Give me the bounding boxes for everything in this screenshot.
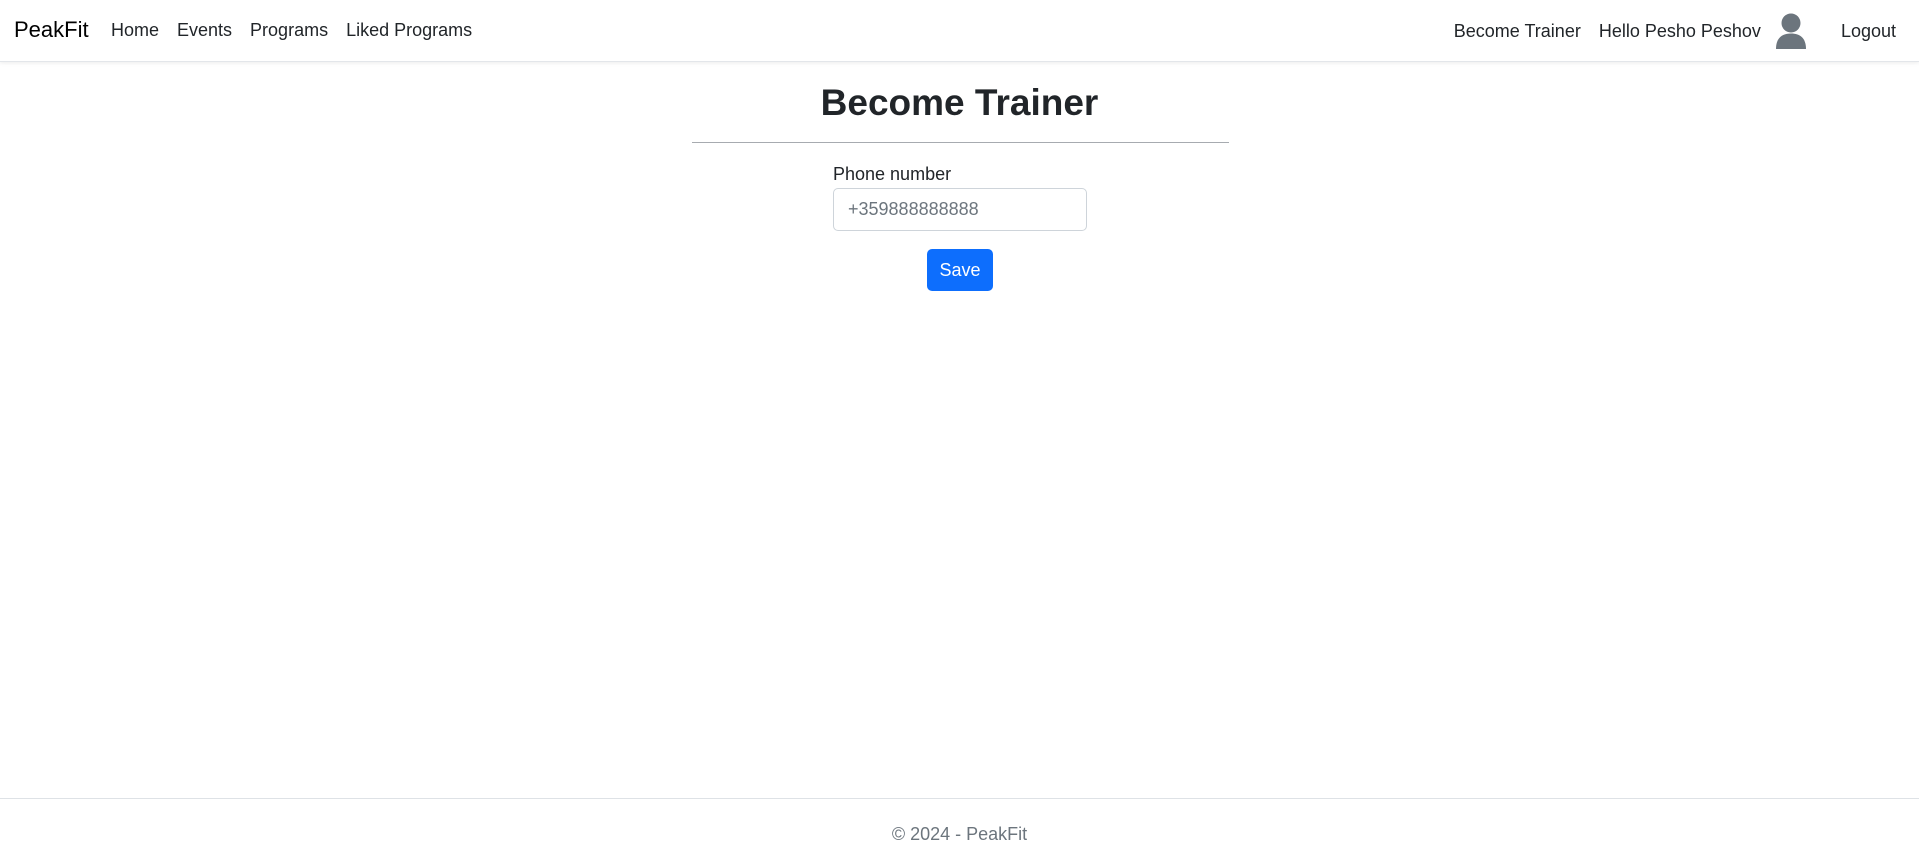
title-divider — [692, 142, 1229, 143]
footer-copyright: © 2024 - PeakFit — [891, 824, 1028, 844]
save-button[interactable]: Save — [927, 249, 993, 291]
main-nav: Home Events Programs Liked Programs — [111, 18, 490, 42]
user-greeting: Hello Pesho Peshov — [1598, 21, 1761, 41]
nav-link-events[interactable]: Events — [177, 18, 232, 42]
user-avatar-icon[interactable] — [1775, 11, 1807, 51]
phone-number-label: Phone number — [833, 164, 952, 184]
avatar-silhouette — [1775, 13, 1806, 49]
nav-link-home[interactable]: Home — [111, 18, 159, 42]
user-nav: Become Trainer Hello Pesho Peshov Logout — [1454, 0, 1896, 62]
page-title: Become Trainer — [820, 82, 1099, 123]
nav-link-programs[interactable]: Programs — [250, 18, 328, 42]
nav-link-liked-programs[interactable]: Liked Programs — [346, 18, 472, 42]
footer: © 2024 - PeakFit — [0, 798, 1919, 865]
phone-number-input[interactable] — [833, 188, 1087, 231]
navbar: PeakFit Home Events Programs Liked Progr… — [0, 0, 1919, 62]
nav-link-become-trainer[interactable]: Become Trainer — [1454, 19, 1581, 43]
logout-link[interactable]: Logout — [1841, 19, 1896, 43]
brand-link[interactable]: PeakFit — [14, 16, 89, 44]
